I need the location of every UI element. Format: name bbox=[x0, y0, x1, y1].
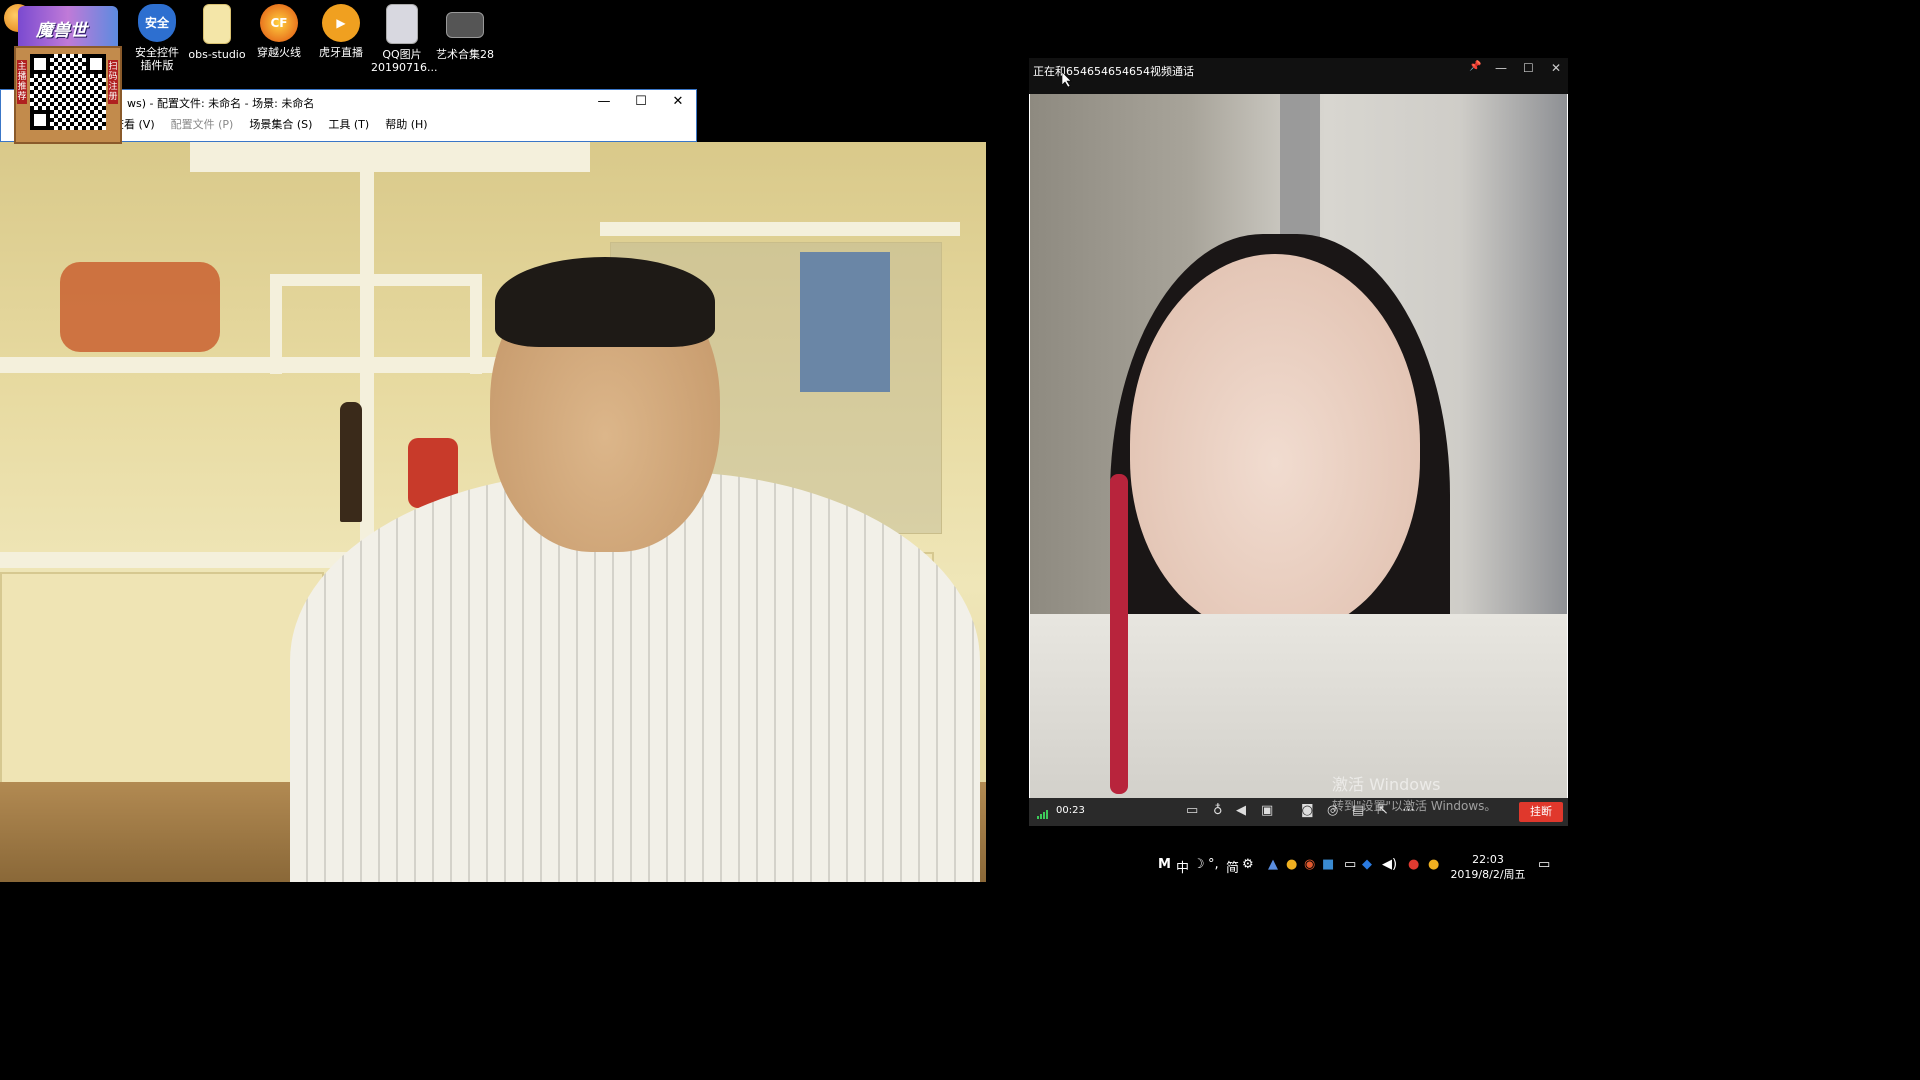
qr-widget-header-text: 魔兽世 bbox=[36, 21, 87, 41]
ime-chinese-icon[interactable]: 中 bbox=[1176, 857, 1189, 876]
clock-time: 22:03 bbox=[1472, 853, 1504, 866]
watermark-line2: 转到"设置"以激活 Windows。 bbox=[1332, 799, 1497, 813]
menu-profile[interactable]: 配置文件 (P) bbox=[171, 116, 234, 132]
tray-app-icon[interactable]: ● bbox=[1286, 857, 1297, 872]
desktop-icon-label: 穿越火线 bbox=[257, 46, 301, 59]
desktop-icon-obs-studio[interactable]: obs-studio bbox=[186, 4, 248, 61]
maximize-button[interactable]: ☐ bbox=[1523, 61, 1534, 75]
network-icon[interactable]: ▭ bbox=[1344, 857, 1356, 872]
volume-icon[interactable]: ◀) bbox=[1382, 857, 1397, 872]
pin-icon[interactable]: 📌 bbox=[1469, 61, 1481, 72]
desktop-icon-art-collection[interactable]: 艺术合集28 bbox=[434, 4, 496, 61]
tray-app-icon[interactable]: ◉ bbox=[1304, 857, 1315, 872]
desktop-icon-label: 艺术合集28 bbox=[436, 48, 494, 61]
qr-promo-widget[interactable]: 魔兽世 主播推荐 扫码注册 bbox=[0, 0, 140, 144]
tray-app-icon[interactable]: ▲ bbox=[1268, 857, 1278, 872]
close-button[interactable]: ✕ bbox=[1551, 61, 1561, 75]
desktop-icon-label: 虎牙直播 bbox=[319, 46, 363, 59]
qq-image-icon bbox=[386, 4, 418, 44]
windows-activation-watermark: 激活 Windows 转到"设置"以激活 Windows。 bbox=[1332, 771, 1496, 814]
remote-person-face bbox=[1130, 254, 1420, 634]
folder-icon bbox=[203, 4, 231, 44]
taskbar-clock[interactable]: 22:03 2019/8/2/周五 bbox=[1448, 852, 1528, 882]
video-call-titlebar: 正在和654654654654视频通话 📌 — ☐ ✕ bbox=[1029, 58, 1568, 94]
tray-app-icon[interactable]: ■ bbox=[1322, 857, 1334, 872]
ime-settings-icon[interactable]: ⚙ bbox=[1242, 857, 1254, 872]
remote-video bbox=[1030, 94, 1567, 798]
qr-code bbox=[30, 54, 106, 130]
qq-icon[interactable]: ● bbox=[1408, 857, 1419, 872]
video-call-title: 正在和654654654654视频通话 bbox=[1033, 65, 1194, 78]
camera-off-icon[interactable]: ▣ bbox=[1261, 803, 1273, 818]
ime-simplified-icon[interactable]: 简 bbox=[1226, 857, 1239, 876]
desktop-icon-label: QQ图片 20190716... bbox=[371, 48, 438, 74]
qr-widget-header: 魔兽世 bbox=[18, 6, 118, 46]
desktop-icon-crossfire[interactable]: CF 穿越火线 bbox=[248, 4, 310, 59]
chat-icon[interactable]: ▭ bbox=[1186, 803, 1198, 818]
ime-moon-icon[interactable]: ☽ bbox=[1193, 857, 1205, 872]
tray-app-icon[interactable]: ◆ bbox=[1362, 857, 1372, 872]
microphone-icon[interactable]: ♁ bbox=[1213, 803, 1223, 818]
cf-game-icon: CF bbox=[260, 4, 298, 42]
hangup-button[interactable]: 挂断 bbox=[1519, 802, 1563, 822]
obs-preview-video bbox=[0, 142, 986, 882]
minimize-button[interactable]: — bbox=[1495, 61, 1507, 75]
notification-icon[interactable]: ▭ bbox=[1538, 857, 1550, 872]
speaker-icon[interactable]: ◀ bbox=[1236, 803, 1246, 818]
minimize-button[interactable]: — bbox=[585, 90, 623, 112]
huya-icon: ▶ bbox=[322, 4, 360, 42]
desktop-icon-qq-image[interactable]: QQ图片 20190716... bbox=[371, 4, 438, 74]
signal-icon bbox=[1037, 810, 1048, 819]
menu-scene-collection[interactable]: 场景集合 (S) bbox=[249, 116, 312, 132]
clock-date: 2019/8/2/周五 bbox=[1450, 868, 1526, 881]
call-timer: 00:23 bbox=[1056, 805, 1085, 816]
desktop-icon-huya[interactable]: ▶ 虎牙直播 bbox=[310, 4, 372, 59]
ime-punctuation-icon[interactable]: °, bbox=[1208, 857, 1219, 872]
qr-right-label: 扫码注册 bbox=[108, 60, 118, 104]
maximize-button[interactable]: ☐ bbox=[622, 90, 660, 112]
shield-icon: 安全 bbox=[138, 4, 176, 42]
qq-icon[interactable]: ● bbox=[1428, 857, 1439, 872]
qr-left-label: 主播推荐 bbox=[17, 60, 27, 104]
menu-help[interactable]: 帮助 (H) bbox=[385, 116, 427, 132]
image-collection-icon bbox=[446, 12, 484, 38]
ime-mode-icon[interactable]: M bbox=[1158, 857, 1171, 872]
desktop-icon-label: obs-studio bbox=[188, 48, 246, 61]
screenshot-icon[interactable]: ◙ bbox=[1301, 803, 1314, 818]
qr-frame: 主播推荐 扫码注册 bbox=[14, 46, 122, 144]
watermark-line1: 激活 Windows bbox=[1332, 775, 1441, 794]
video-call-window: 正在和654654654654视频通话 📌 — ☐ ✕ 00:23 ▭ ♁ ◀ … bbox=[1029, 58, 1568, 826]
obs-window-title: ws) - 配置文件: 未命名 - 场景: 未命名 bbox=[127, 97, 315, 110]
close-button[interactable]: ✕ bbox=[659, 90, 697, 112]
obs-menu-bar: 查看 (V) 配置文件 (P) 场景集合 (S) 工具 (T) 帮助 (H) bbox=[113, 116, 428, 132]
menu-tools[interactable]: 工具 (T) bbox=[328, 116, 369, 132]
